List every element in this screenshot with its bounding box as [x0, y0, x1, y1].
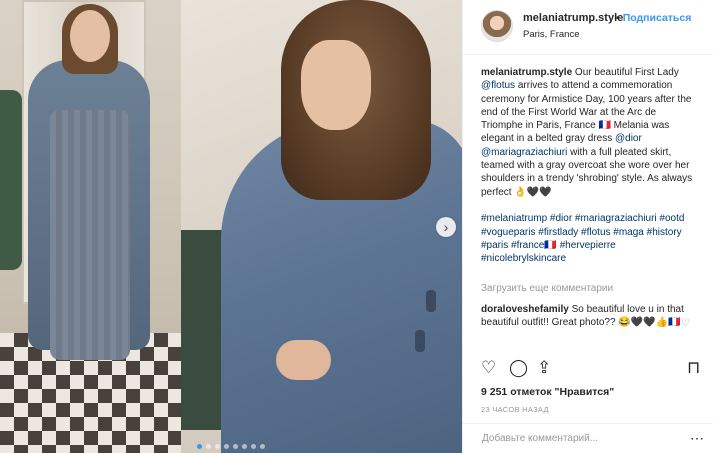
- post-header: melaniatrump.style • Подписаться Paris, F…: [463, 0, 713, 55]
- post-photo[interactable]: ›: [0, 0, 462, 453]
- mention-link[interactable]: @mariagraziachiuri: [481, 147, 567, 158]
- chevron-right-icon[interactable]: ›: [436, 217, 456, 237]
- comment-like-icon[interactable]: ♡: [681, 318, 690, 329]
- post-time[interactable]: 23 ЧАСОВ НАЗАД: [481, 405, 549, 414]
- coat-button: [415, 330, 425, 352]
- avatar[interactable]: [481, 10, 513, 42]
- caption-text: Our beautiful First Lady: [572, 67, 679, 78]
- comment-username[interactable]: doraloveshefamily: [481, 304, 569, 315]
- carousel-dot: [215, 444, 220, 449]
- comment-icon[interactable]: ◯: [509, 358, 528, 378]
- carousel-dot: [233, 444, 238, 449]
- face-closeup: [301, 40, 371, 130]
- caption-username[interactable]: melaniatrump.style: [481, 67, 572, 78]
- location-link[interactable]: Paris, France: [523, 29, 580, 40]
- bookmark-icon[interactable]: ⊓: [687, 358, 700, 378]
- heart-icon[interactable]: ♡: [481, 358, 496, 378]
- mention-link[interactable]: @dior: [615, 133, 642, 144]
- mention-link[interactable]: @flotus: [481, 80, 515, 91]
- load-more-comments-button[interactable]: Загрузить еще комментарии: [481, 283, 613, 294]
- green-coat-figure: [0, 90, 22, 270]
- follow-separator: •: [616, 12, 620, 24]
- follow-label: Подписаться: [622, 12, 692, 24]
- likes-count[interactable]: 9 251 отметок "Нравится": [481, 386, 614, 398]
- comment: doraloveshefamily So beautiful love u in…: [481, 303, 686, 330]
- carousel-dot: [224, 444, 229, 449]
- carousel-dot: [206, 444, 211, 449]
- action-bar: ♡ ◯ ⇪ ⊓: [481, 358, 700, 378]
- carousel-dots: [0, 444, 462, 449]
- instagram-post: › melaniatrump.style • Подписаться Paris,…: [0, 0, 713, 453]
- coat-button: [426, 290, 436, 312]
- carousel-dot: [251, 444, 256, 449]
- face: [70, 10, 110, 62]
- pleated-dress: [50, 110, 130, 360]
- carousel-dot: [197, 444, 202, 449]
- share-icon[interactable]: ⇪: [537, 358, 551, 378]
- hashtags[interactable]: #melaniatrump #dior #mariagraziachiuri #…: [481, 213, 684, 264]
- follow-button[interactable]: • Подписаться: [616, 12, 691, 24]
- carousel-dot: [242, 444, 247, 449]
- comment-input[interactable]: [480, 432, 684, 445]
- username-link[interactable]: melaniatrump.style: [523, 12, 623, 24]
- photo-right-panel: [181, 0, 462, 453]
- more-icon[interactable]: ⋯: [690, 430, 704, 447]
- hand: [276, 340, 331, 380]
- post-sidebar: melaniatrump.style • Подписаться Paris, F…: [462, 0, 713, 453]
- photo-left-panel: [0, 0, 181, 453]
- add-comment-bar: ⋯: [463, 423, 713, 453]
- caption: melaniatrump.style Our beautiful First L…: [481, 66, 699, 265]
- carousel-dot: [260, 444, 265, 449]
